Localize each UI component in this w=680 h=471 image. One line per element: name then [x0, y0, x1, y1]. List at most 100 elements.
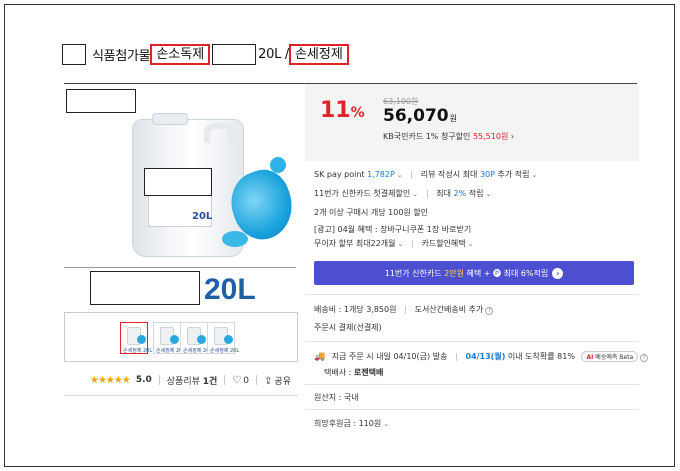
max-reward-label: 최대: [436, 189, 451, 198]
thumbnail-label: 손세정제 20L: [210, 348, 240, 354]
ai-delivery-badge: AI 배송예측 Beta: [581, 351, 639, 362]
donation-row[interactable]: 희망후원금 : 110원 ⌄: [314, 418, 389, 429]
water-drop-icon: [222, 231, 248, 247]
divider: [305, 341, 639, 342]
banner-suffix: 혜택 + 🅟 최대 6%적립: [466, 268, 549, 278]
shipping-fee-row: 배송비 : 1개당 3,850원 도서산간배송비 추가?: [314, 304, 494, 315]
help-icon[interactable]: ?: [485, 307, 494, 315]
chevron-down-icon: ⌄: [383, 420, 390, 428]
thumbnail-label: 손세정제 20L: [123, 348, 153, 354]
truck-icon: 🚚: [314, 352, 326, 362]
discount-value: 11: [320, 98, 351, 123]
rating-row: ★★★★★ 5.0 상품리뷰 1건 ♡ 0 ⇪ 공유: [64, 369, 298, 391]
discount-rate: 11%: [320, 98, 365, 123]
like-count: 0: [243, 375, 250, 386]
title-text-part2: 20L /: [258, 46, 289, 62]
max-reward[interactable]: 최대 2% 적립 ⌄: [436, 189, 491, 198]
thumbnail-4[interactable]: 손세정제 20L: [207, 322, 239, 354]
redacted-block: [90, 271, 200, 305]
divider: [305, 409, 639, 410]
chevron-right-icon: ›: [510, 132, 515, 141]
installment-link[interactable]: 무이자 할부 최대22개월 ⌄: [314, 239, 403, 248]
card-discount-price: 55,510원: [472, 132, 509, 141]
max-reward-suffix: 적립: [468, 189, 484, 198]
redacted-block: [212, 43, 257, 65]
redacted-block: [66, 89, 136, 113]
share-button[interactable]: ⇪ 공유: [264, 374, 291, 387]
review-link[interactable]: 상품리뷰 1건: [167, 374, 218, 387]
multi-buy-discount: 2개 이상 구매시 개당 100원 할인: [314, 208, 429, 217]
review-label: 상품리뷰: [166, 376, 200, 387]
redacted-block: [144, 168, 212, 196]
chevron-down-icon: ⌄: [467, 240, 474, 248]
jug-handle: [204, 123, 234, 143]
help-icon[interactable]: ?: [640, 354, 649, 362]
arrow-right-icon: ›: [552, 267, 564, 279]
divider: [305, 294, 639, 295]
separator: [158, 375, 160, 385]
thumbnail-3[interactable]: 손세정제 20L: [180, 322, 212, 354]
jug-cap: [152, 113, 188, 125]
price-panel: 11% 63,100원 56,070원 KB국민카드 1% 청구할인 55,51…: [305, 84, 639, 161]
title-text-part1: 식품첨가물: [92, 48, 151, 64]
payment-type: 주문시 결제(선결제): [314, 323, 382, 332]
discount-unit: %: [350, 105, 365, 121]
chevron-down-icon: ⌄: [485, 190, 492, 198]
star-rating-icon: ★★★★★: [90, 374, 131, 386]
jug-size-label: 20L: [192, 211, 213, 222]
banner-prefix: 11번가 신한카드: [384, 268, 442, 278]
divider: [305, 384, 639, 385]
arrival-prefix: 지금 주문 시 내일 04/10(금) 발송: [331, 352, 448, 361]
separator: [411, 170, 413, 179]
divider: [64, 395, 298, 396]
chevron-down-icon: ⌄: [396, 171, 403, 179]
water-drop-icon: [137, 335, 146, 344]
chevron-down-icon: ⌄: [531, 171, 538, 179]
sk-pay-value: 1,782P: [367, 170, 395, 179]
donation-amount: 희망후원금 : 110원: [314, 419, 382, 428]
like-button[interactable]: ♡ 0: [232, 375, 249, 386]
sale-price-value: 56,070: [383, 106, 449, 126]
card-benefit-label: 카드할인혜택: [421, 239, 466, 248]
rating-score: 5.0: [135, 375, 152, 385]
courier-row: 택배사 : 로젠택배: [324, 367, 383, 378]
water-drop-icon: [197, 335, 206, 344]
benefit-row-card: 11번가 신한카드 첫결제할인 ⌄ 최대 2% 적립 ⌄: [314, 188, 491, 199]
shipping-fee: 배송비 : 1개당 3,850원: [314, 305, 397, 314]
shinhan-label: 11번가 신한카드 첫결제할인: [314, 189, 411, 198]
thumbnail-2[interactable]: 손세정제 20L: [153, 322, 185, 354]
share-icon: ⇪: [264, 375, 273, 387]
separator: [405, 305, 407, 314]
share-label: 공유: [274, 376, 291, 387]
chevron-down-icon: ⌄: [412, 190, 419, 198]
water-drop-icon: [224, 335, 233, 344]
max-reward-rate: 2%: [453, 189, 467, 198]
origin: 원산지 : 국내: [314, 393, 359, 402]
card-discount-link[interactable]: KB국민카드 1% 청구할인 55,510원 ›: [383, 131, 514, 142]
separator: [426, 189, 428, 198]
ad-coupon-link[interactable]: [광고] 04월 혜택 : 장바구니쿠폰 1장 바로받기: [314, 224, 471, 235]
separator: [256, 375, 258, 385]
sale-price: 56,070원: [383, 106, 457, 126]
review-points-suffix: 추가 적립: [497, 170, 530, 179]
card-benefit-link[interactable]: 카드할인혜택 ⌄: [421, 239, 473, 248]
divider: [64, 267, 296, 268]
sk-pay-point[interactable]: SK pay point 1,782P ⌄: [314, 170, 403, 179]
review-points-label: 리뷰 작성시 최대: [420, 170, 478, 179]
ai-badge-prefix: AI: [586, 354, 594, 361]
title-highlight-sanitizer: 손소독제: [150, 43, 211, 65]
volume-label: 20L: [204, 273, 256, 306]
thumbnail-strip: 손세정제 20L 손세정제 20L 손세정제 20L 손세정제 20L: [64, 312, 298, 362]
shinhan-promo-banner[interactable]: 11번가 신한카드 2만원 혜택 + 🅟 최대 6%적립 ›: [314, 261, 634, 285]
product-image[interactable]: 20L: [64, 113, 302, 268]
review-points-value: 30P: [479, 170, 495, 179]
installment-label: 무이자 할부 최대22개월: [314, 239, 396, 248]
title-highlight-handwash: 손세정제: [288, 43, 349, 65]
shinhan-first-discount[interactable]: 11번가 신한카드 첫결제할인 ⌄: [314, 189, 418, 198]
review-points[interactable]: 리뷰 작성시 최대 30P 추가 적립 ⌄: [421, 170, 538, 179]
card-discount-text: KB국민카드 1% 청구할인: [383, 132, 471, 141]
benefit-row-points: SK pay point 1,782P ⌄ 리뷰 작성시 최대 30P 추가 적립…: [314, 169, 537, 180]
separator: [411, 239, 413, 248]
courier-name: 로젠택배: [353, 368, 384, 377]
thumbnail-1[interactable]: 손세정제 20L: [120, 322, 152, 354]
